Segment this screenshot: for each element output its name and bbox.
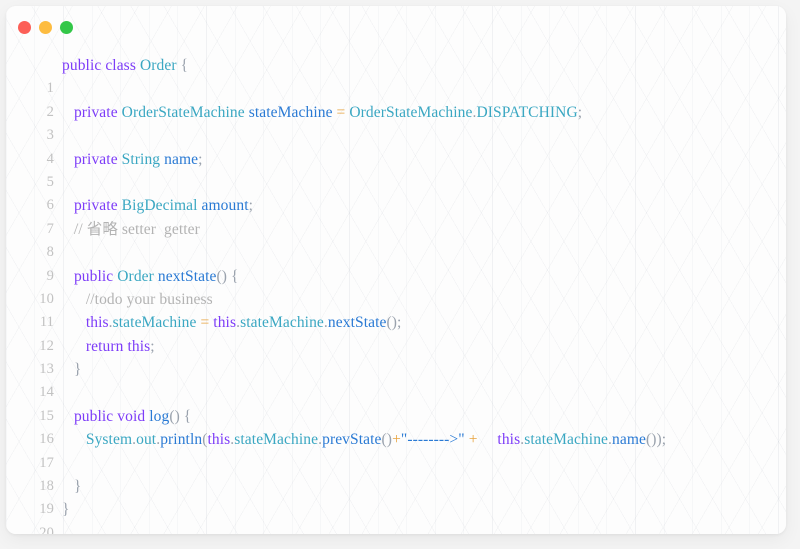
line-content: System.out.println(this.stateMachine.pre… — [85, 431, 667, 449]
code-line: 10 public Order nextState() { — [6, 265, 786, 307]
window-controls — [18, 21, 73, 34]
code-line: 4 — [6, 124, 786, 167]
code-line: 3 private OrderStateMachine stateMachine… — [6, 101, 786, 143]
code-line: 8 // 省略 setter getter — [6, 218, 786, 260]
minimize-button-icon[interactable] — [39, 21, 52, 34]
code-line: 7 private BigDecimal amount; — [6, 194, 786, 236]
code-editor[interactable]: 1 public class Order { 2 3 private Order… — [6, 54, 786, 534]
code-window-card: 1 public class Order { 2 3 private Order… — [6, 6, 786, 534]
code-line: 2 — [6, 77, 786, 120]
line-content: public Order nextState() { — [73, 267, 239, 285]
line-content: } — [62, 478, 82, 496]
code-line: 11 //todo your business — [6, 288, 786, 330]
line-content: return this; — [85, 337, 155, 355]
line-content: public class Order { — [62, 57, 189, 74]
line-content: private OrderStateMachine stateMachine =… — [73, 103, 583, 121]
line-content: this.stateMachine = this.stateMachine.ne… — [85, 314, 402, 332]
code-line: 9 — [6, 241, 786, 284]
code-line: 1 public class Order { — [6, 54, 786, 96]
line-number: 20 — [39, 524, 54, 534]
line-content: } — [62, 361, 82, 379]
code-line: 6 — [6, 171, 786, 213]
line-content: public void log() { — [73, 407, 192, 425]
code-line: 14 } — [6, 358, 786, 400]
page-root: 1 public class Order { 2 3 private Order… — [0, 0, 800, 549]
code-line: 13 return this; — [6, 335, 786, 377]
code-line: 20 } — [6, 498, 786, 534]
line-content: //todo your business — [62, 290, 213, 308]
code-line: 19 } — [6, 475, 786, 517]
line-content: private BigDecimal amount; — [73, 197, 254, 215]
code-line: 12 this.stateMachine = this.stateMachine… — [6, 311, 786, 353]
window-titlebar — [6, 6, 786, 50]
code-line: 18 — [6, 452, 786, 494]
code-line: 16 public void log() { — [6, 405, 786, 447]
code-line: 17 System.out.println(this.stateMachine.… — [6, 428, 786, 470]
line-content: private String name; — [73, 150, 203, 168]
code-line: 15 — [6, 381, 786, 424]
line-content: } — [62, 501, 70, 519]
line-content: // 省略 setter getter — [62, 220, 200, 238]
maximize-button-icon[interactable] — [60, 21, 73, 34]
code-line: 5 private String name; — [6, 148, 786, 190]
close-button-icon[interactable] — [18, 21, 31, 34]
